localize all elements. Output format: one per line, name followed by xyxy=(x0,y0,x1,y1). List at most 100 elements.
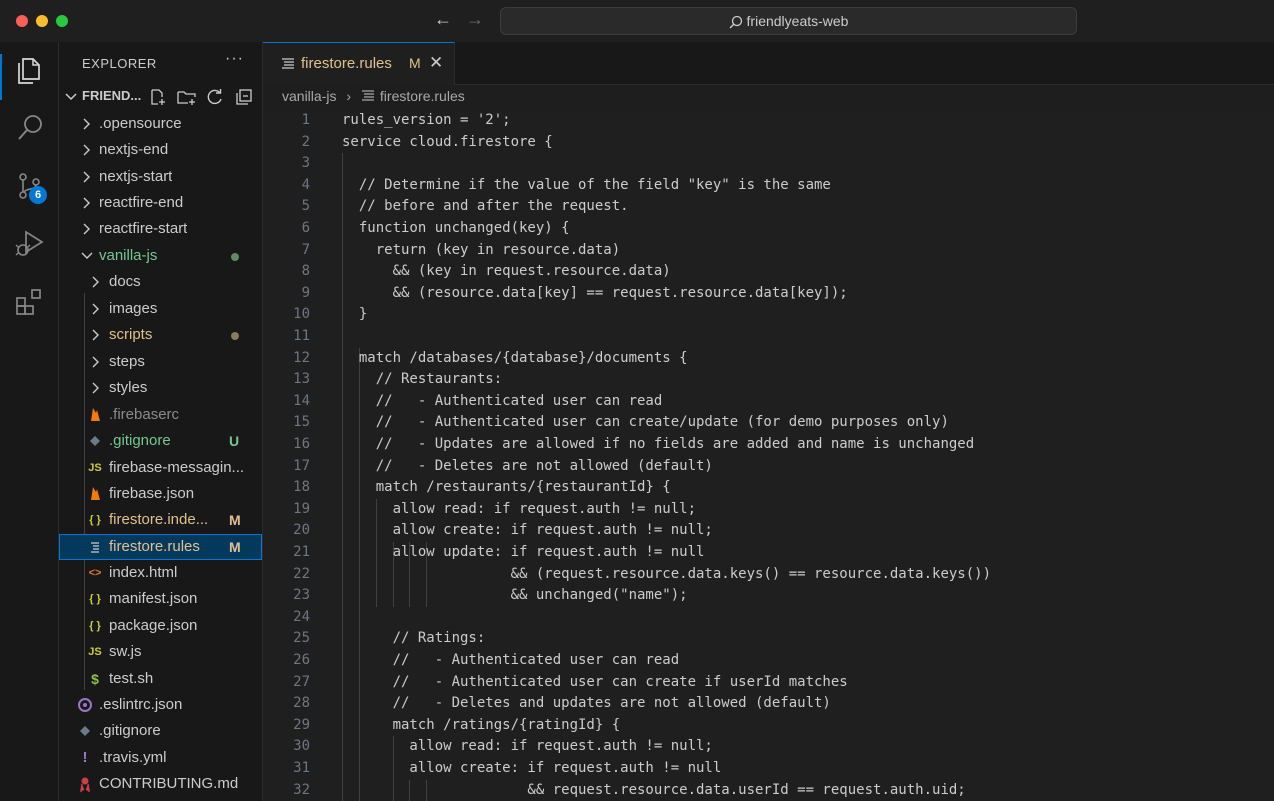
line-number: 27 xyxy=(293,673,310,690)
search-icon xyxy=(729,16,742,29)
tree-item-label: styles xyxy=(109,379,148,396)
chevron-right-icon xyxy=(92,356,99,368)
tree-item-firebase-json[interactable]: firebase.json xyxy=(59,481,262,507)
code-line: 31 allow create: if request.auth != null xyxy=(263,758,1274,780)
tree-item-label: firebase.json xyxy=(109,485,195,502)
minimize-window-button[interactable] xyxy=(36,15,48,27)
chevron-right-icon: › xyxy=(346,88,352,105)
code-line: 25 // Ratings: xyxy=(263,628,1274,650)
line-number: 31 xyxy=(293,760,310,776)
tree-item-sw-js[interactable]: JS sw.js xyxy=(59,639,262,665)
code-text: && (request.resource.data.keys() == reso… xyxy=(342,565,992,582)
active-indicator xyxy=(0,54,2,100)
tree-item-nextjs-start[interactable]: nextjs-start xyxy=(59,164,262,190)
code-line: 30 allow read: if request.auth != null; xyxy=(263,736,1274,758)
tree-item-travis-yml[interactable]: ! .travis.yml xyxy=(59,745,262,771)
explorer-sidebar: EXPLORER ··· FRIEND... .opensource nextj… xyxy=(59,42,263,801)
json-file-icon: { } xyxy=(89,593,101,605)
tree-item-gitignore[interactable]: .gitignore U xyxy=(59,428,262,454)
back-arrow-icon[interactable]: ← xyxy=(434,9,452,30)
tree-item-docs[interactable]: docs xyxy=(59,269,262,295)
code-text: match /restaurants/{restaurantId} { xyxy=(342,479,671,496)
search-icon[interactable] xyxy=(14,112,46,144)
tree-item-label: images xyxy=(109,300,158,317)
tree-item-package-json[interactable]: { } package.json xyxy=(59,613,262,639)
tree-item-label: CONTRIBUTING.md xyxy=(99,775,239,792)
tree-item-opensource[interactable]: .opensource xyxy=(59,111,262,137)
tree-item-steps[interactable]: steps xyxy=(59,349,262,375)
tree-item-styles[interactable]: styles xyxy=(59,375,262,401)
project-header[interactable]: FRIEND... xyxy=(59,84,262,110)
code-editor[interactable]: 1 rules_version = '2'; 2 service cloud.fire… xyxy=(263,110,1274,801)
new-folder-icon[interactable] xyxy=(177,88,197,106)
line-number: 25 xyxy=(293,630,310,647)
code-line: 5 // before and after the request. xyxy=(263,196,1274,218)
tree-item-firestore-rules[interactable]: firestore.rules M xyxy=(59,534,262,560)
tree-item-firebaserc[interactable]: .firebaserc xyxy=(59,402,262,428)
new-file-icon[interactable] xyxy=(149,88,167,106)
line-number: 19 xyxy=(293,500,310,517)
code-text: // - Updates are allowed if no fields ar… xyxy=(342,436,975,452)
tree-item-reactfire-start[interactable]: reactfire-start xyxy=(59,216,262,242)
code-text: // Determine if the value of the field "… xyxy=(342,176,831,193)
breadcrumb-folder[interactable]: vanilla-js xyxy=(282,88,336,104)
tab-firestore-rules[interactable]: firestore.rules M ✕ xyxy=(263,42,455,85)
line-number: 10 xyxy=(293,306,310,323)
tree-item-vanilla-js[interactable]: vanilla-js xyxy=(59,243,262,269)
tree-item-eslintrc[interactable]: .eslintrc.json xyxy=(59,692,262,718)
code-text: && (key in request.resource.data) xyxy=(342,263,671,280)
line-number: 12 xyxy=(293,349,310,366)
tree-item-scripts[interactable]: scripts xyxy=(59,322,262,348)
tree-item-reactfire-end[interactable]: reactfire-end xyxy=(59,190,262,216)
code-text: // before and after the request. xyxy=(342,198,629,215)
more-actions-icon[interactable]: ··· xyxy=(225,50,244,68)
chevron-right-icon xyxy=(83,144,90,156)
git-status-badge: M xyxy=(229,512,241,528)
code-line: 14 // - Authenticated user can read xyxy=(263,391,1274,413)
line-number: 22 xyxy=(293,565,310,582)
tree-item-index-html[interactable]: <> index.html xyxy=(59,560,262,586)
line-number: 20 xyxy=(293,522,310,539)
tree-item-images[interactable]: images xyxy=(59,296,262,322)
code-text: // - Authenticated user can create if us… xyxy=(342,673,848,690)
code-line: 11 xyxy=(263,326,1274,348)
code-line: 24 xyxy=(263,607,1274,629)
tree-item-root-gitignore[interactable]: .gitignore xyxy=(59,718,262,744)
close-tab-icon[interactable]: ✕ xyxy=(429,53,443,73)
command-center-search[interactable]: friendlyeats-web xyxy=(500,7,1077,35)
tree-item-firebase-messaging[interactable]: JS firebase-messagin... xyxy=(59,455,262,481)
tree-item-label: .firebaserc xyxy=(109,406,180,423)
chevron-right-icon xyxy=(83,223,90,235)
forward-arrow-icon[interactable]: → xyxy=(466,9,484,30)
tab-modified-indicator: M xyxy=(409,55,421,71)
text-file-icon xyxy=(282,58,294,69)
git-status-dot xyxy=(231,332,239,340)
breadcrumb-file[interactable]: firestore.rules xyxy=(380,88,465,104)
maximize-window-button[interactable] xyxy=(56,15,68,27)
code-text: match /ratings/{ratingId} { xyxy=(342,716,621,733)
line-number: 6 xyxy=(301,220,310,236)
explorer-icon[interactable] xyxy=(14,54,46,86)
tree-item-label: sw.js xyxy=(109,643,142,660)
tree-item-firestore-indexes[interactable]: { } firestore.inde... M xyxy=(59,507,262,533)
tree-item-test-sh[interactable]: $ test.sh xyxy=(59,666,262,692)
line-number: 29 xyxy=(293,716,310,733)
tree-item-nextjs-end[interactable]: nextjs-end xyxy=(59,137,262,163)
run-debug-icon[interactable] xyxy=(14,228,46,260)
line-number: 18 xyxy=(293,479,310,496)
tree-item-label: .eslintrc.json xyxy=(99,696,183,713)
git-icon xyxy=(80,726,90,736)
refresh-icon[interactable] xyxy=(206,88,224,106)
activity-bar: 6 xyxy=(0,42,59,801)
collapse-all-icon[interactable] xyxy=(235,88,253,106)
tree-item-contributing[interactable]: CONTRIBUTING.md xyxy=(59,771,262,797)
code-text: // - Deletes are not allowed (default) xyxy=(342,457,713,474)
code-text: rules_version = '2'; xyxy=(342,112,511,128)
close-window-button[interactable] xyxy=(16,15,28,27)
code-text: // Ratings: xyxy=(342,630,486,647)
code-line: 26 // - Authenticated user can read xyxy=(263,650,1274,672)
tree-item-label: vanilla-js xyxy=(99,247,158,264)
extensions-icon[interactable] xyxy=(14,286,46,318)
code-line: 18 match /restaurants/{restaurantId} { xyxy=(263,477,1274,499)
tree-item-manifest-json[interactable]: { } manifest.json xyxy=(59,586,262,612)
